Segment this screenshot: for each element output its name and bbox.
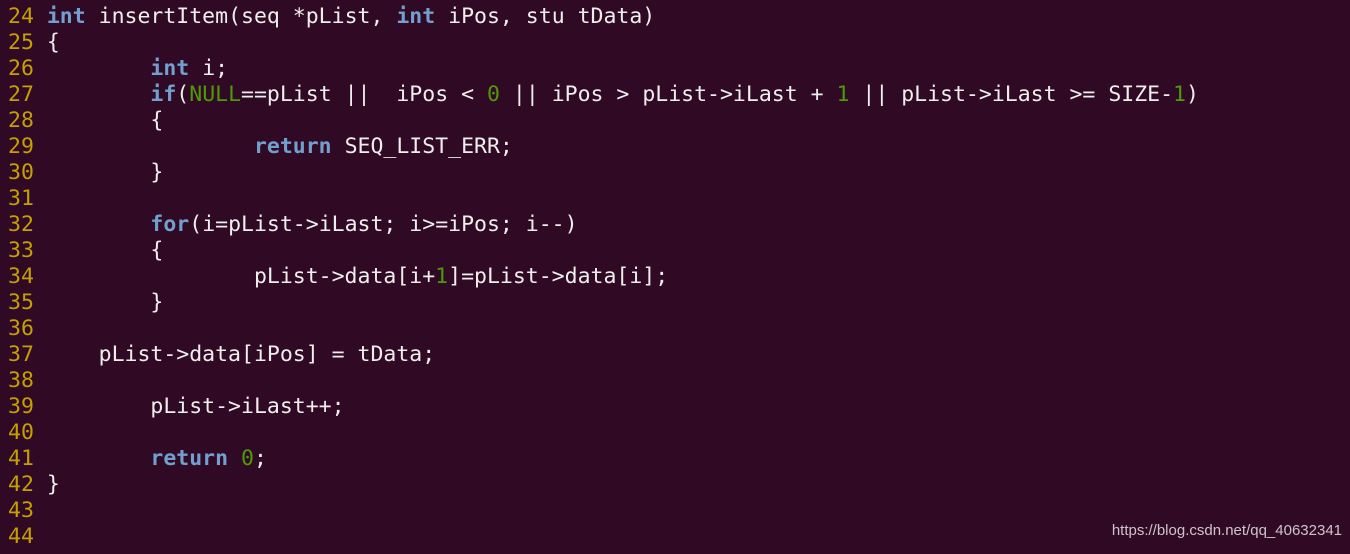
code-line[interactable]: 28 { <box>8 108 1199 134</box>
constant-token: 1 <box>435 264 449 289</box>
code-token: ]=pList->data[i]; <box>448 264 669 289</box>
line-number: 41 <box>8 446 34 471</box>
code-line[interactable]: 34 pList->data[i+1]=pList->data[i]; <box>8 264 1199 290</box>
line-number: 35 <box>8 290 34 315</box>
code-token: { <box>46 108 164 133</box>
line-number: 26 <box>8 56 34 81</box>
code-line[interactable]: 27 if(NULL==pList || iPos < 0 || iPos > … <box>8 82 1199 108</box>
code-line[interactable]: 36 <box>8 316 1199 342</box>
code-line[interactable]: 25 { <box>8 30 1199 56</box>
code-token: iPos, stu tData) <box>435 4 656 29</box>
line-number: 40 <box>8 420 34 445</box>
code-line[interactable]: 24 int insertItem(seq *pList, int iPos, … <box>8 4 1199 30</box>
constant-token: 0 <box>486 82 500 107</box>
code-token: pList->data[iPos] = tData; <box>46 342 436 367</box>
line-number: 34 <box>8 264 34 289</box>
code-line[interactable]: 43 <box>8 498 1199 524</box>
keyword-token: int <box>396 4 436 29</box>
line-number: 25 <box>8 30 34 55</box>
code-token: ( <box>176 82 190 107</box>
code-line[interactable]: 31 <box>8 186 1199 212</box>
line-number: 39 <box>8 394 34 419</box>
code-token: { <box>46 238 164 263</box>
code-line[interactable]: 38 <box>8 368 1199 394</box>
code-line[interactable]: 44 <box>8 524 1199 550</box>
line-number: 24 <box>8 4 34 29</box>
line-number: 42 <box>8 472 34 497</box>
keyword-token: int <box>150 56 190 81</box>
watermark: https://blog.csdn.net/qq_40632341 <box>1111 522 1342 539</box>
code-token: || iPos > pList->iLast + <box>499 82 837 107</box>
constant-token: NULL <box>189 82 242 107</box>
code-token: pList->iLast++; <box>46 394 345 419</box>
keyword-token: return <box>253 134 332 159</box>
code-token: || pList->iLast >= SIZE- <box>849 82 1174 107</box>
code-line[interactable]: 33 { <box>8 238 1199 264</box>
line-number: 36 <box>8 316 34 341</box>
code-line[interactable]: 30 } <box>8 160 1199 186</box>
line-number: 27 <box>8 82 34 107</box>
code-line[interactable]: 41 return 0; <box>8 446 1199 472</box>
code-token: SEQ_LIST_ERR; <box>331 134 513 159</box>
code-token: } <box>46 290 164 315</box>
code-token: ==pList || iPos < <box>241 82 487 107</box>
line-number: 32 <box>8 212 34 237</box>
keyword-token: for <box>150 212 190 237</box>
line-number: 29 <box>8 134 34 159</box>
code-line[interactable]: 32 for(i=pList->iLast; i>=iPos; i--) <box>8 212 1199 238</box>
code-line[interactable]: 39 pList->iLast++; <box>8 394 1199 420</box>
keyword-token: if <box>150 82 177 107</box>
code-line[interactable]: 40 <box>8 420 1199 446</box>
keyword-token: int <box>46 4 86 29</box>
code-token: } <box>46 472 60 497</box>
keyword-token: return <box>150 446 229 471</box>
code-line[interactable]: 26 int i; <box>8 56 1199 82</box>
code-line[interactable]: 37 pList->data[iPos] = tData; <box>8 342 1199 368</box>
constant-token: 1 <box>1173 82 1186 107</box>
line-number: 44 <box>8 524 34 549</box>
constant-token: 0 <box>241 446 254 471</box>
code-line[interactable]: 42 } <box>8 472 1199 498</box>
code-token: ; <box>253 446 267 471</box>
code-token: (i=pList->iLast; i>=iPos; i--) <box>189 212 578 237</box>
line-number: 43 <box>8 498 34 523</box>
line-number: 37 <box>8 342 34 367</box>
code-token: pList->data[i+ <box>46 264 436 289</box>
line-number: 33 <box>8 238 34 263</box>
line-number: 30 <box>8 160 34 185</box>
line-number: 38 <box>8 368 34 393</box>
code-token: } <box>46 160 164 185</box>
constant-token: 1 <box>836 82 850 107</box>
code-line[interactable]: 35 } <box>8 290 1199 316</box>
line-number: 31 <box>8 186 34 211</box>
line-number: 28 <box>8 108 34 133</box>
code-editor[interactable]: 24 int insertItem(seq *pList, int iPos, … <box>8 4 1199 550</box>
code-token: i; <box>189 56 229 81</box>
code-token: ) <box>1186 82 1199 107</box>
code-token: insertItem(seq *pList, <box>85 4 397 29</box>
code-token: { <box>46 30 60 55</box>
code-line[interactable]: 29 return SEQ_LIST_ERR; <box>8 134 1199 160</box>
